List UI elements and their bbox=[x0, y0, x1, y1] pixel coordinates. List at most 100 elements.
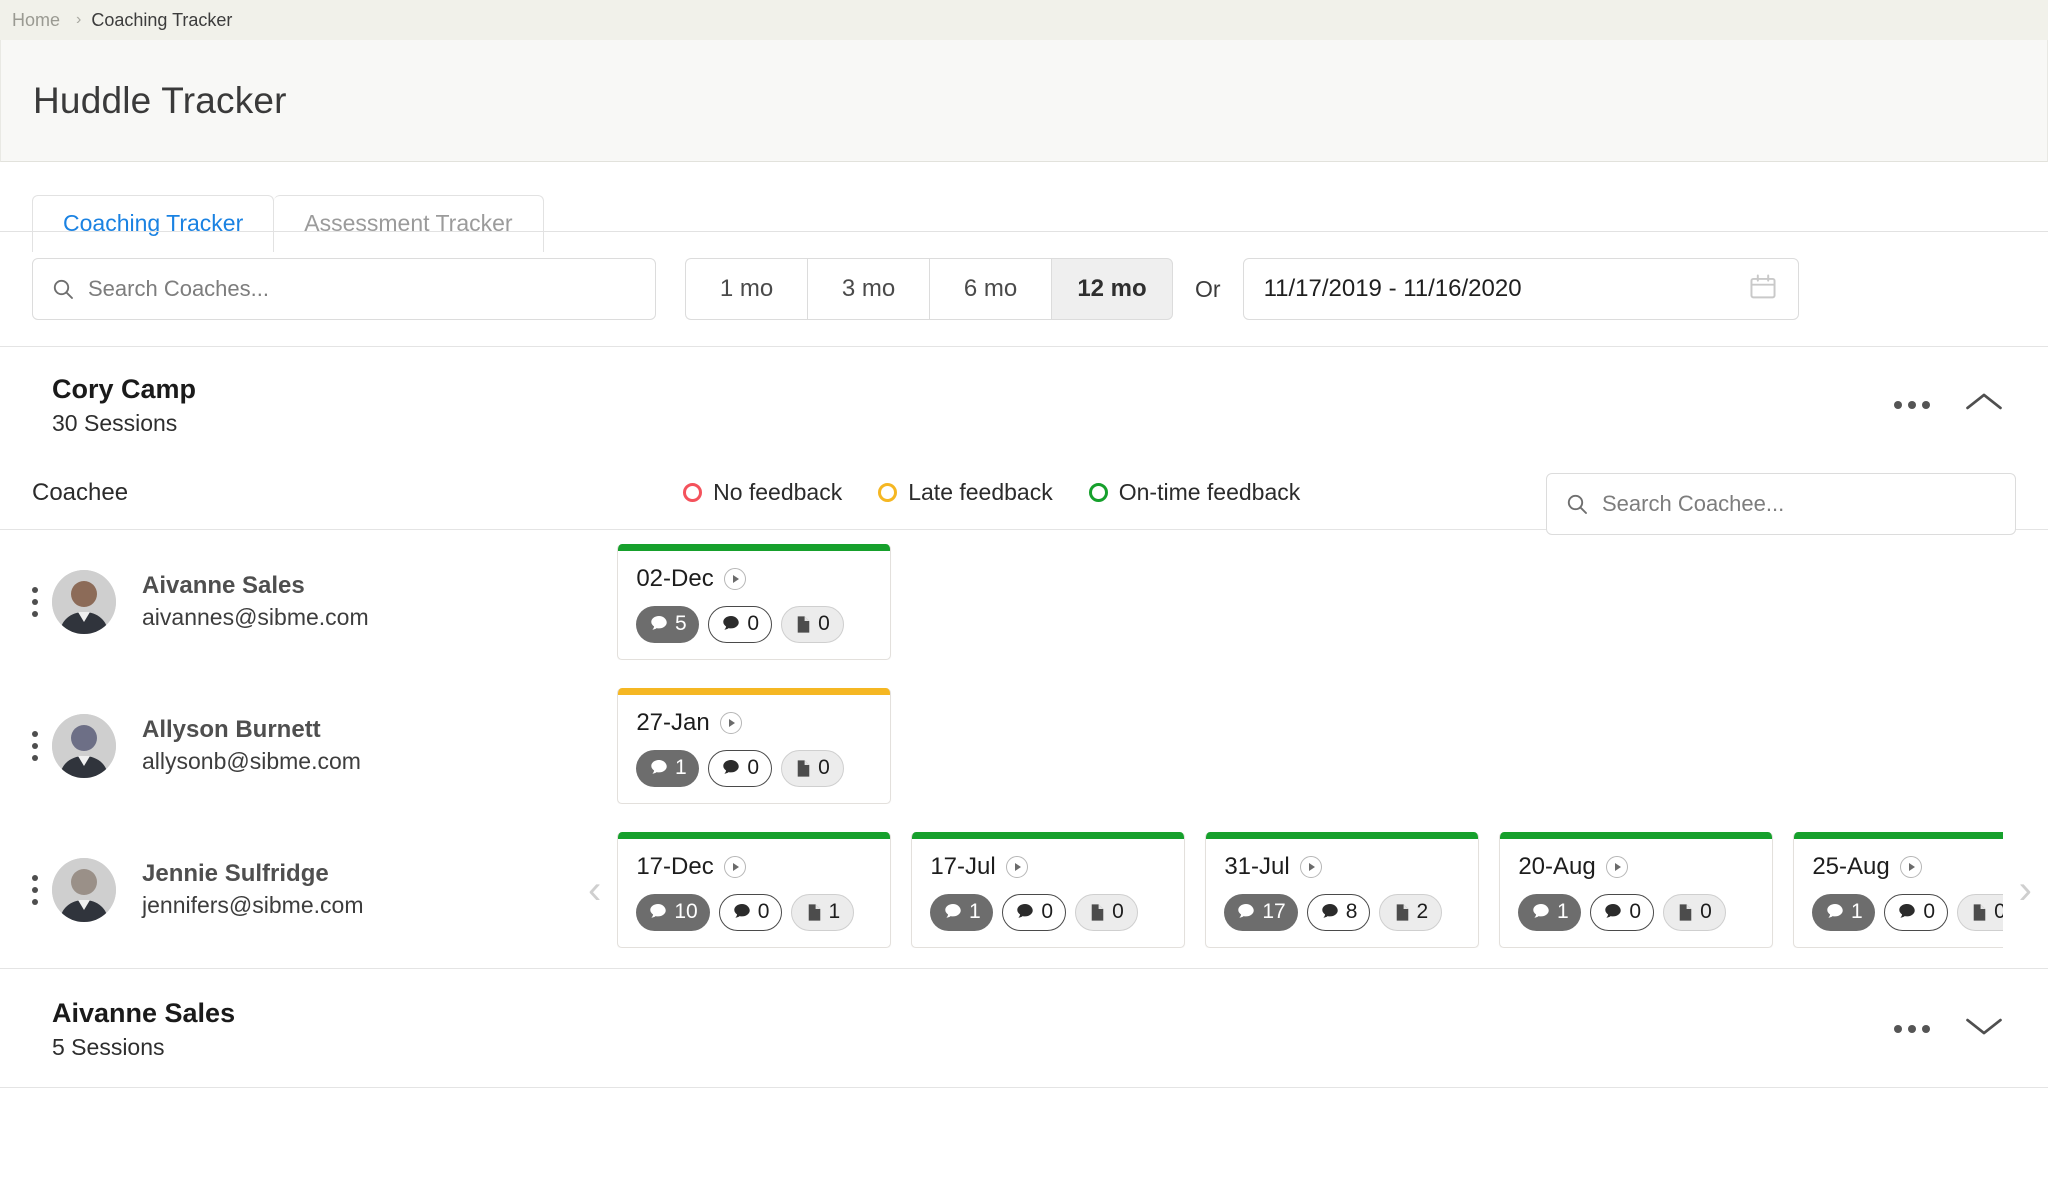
coachee-identity: Aivanne Salesaivannes@sibme.com bbox=[142, 570, 572, 633]
session-status-bar bbox=[1794, 832, 2002, 839]
play-icon[interactable] bbox=[724, 856, 746, 878]
document-count-badge[interactable]: 0 bbox=[1075, 894, 1138, 931]
chevron-right-icon[interactable]: › bbox=[2003, 870, 2048, 910]
range-option-1mo[interactable]: 1 mo bbox=[685, 258, 807, 320]
reply-count-badge[interactable]: 0 bbox=[719, 894, 783, 931]
session-card[interactable]: 27-Jan 1 00 bbox=[617, 688, 891, 804]
reply-count: 0 bbox=[758, 900, 770, 924]
tab-underline bbox=[0, 231, 2048, 232]
coachee-email: allysonb@sibme.com bbox=[142, 746, 572, 777]
reply-count: 0 bbox=[747, 756, 759, 780]
reply-count-badge[interactable]: 0 bbox=[708, 606, 772, 643]
reply-count-badge[interactable]: 0 bbox=[708, 750, 772, 787]
date-range-segmented-control: 1 mo3 mo6 mo12 mo bbox=[685, 258, 1173, 320]
session-date-row: 25-Aug bbox=[1812, 853, 2002, 881]
session-date-row: 17-Dec bbox=[636, 853, 874, 881]
comment-count-badge[interactable]: 1 bbox=[1812, 894, 1875, 931]
comment-count-badge[interactable]: 5 bbox=[636, 606, 699, 643]
session-metrics: 1782 bbox=[1224, 894, 1462, 931]
breadcrumb-current: Coaching Tracker bbox=[91, 10, 232, 31]
chevron-up-icon[interactable] bbox=[1964, 390, 2004, 419]
reply-count-badge[interactable]: 0 bbox=[1590, 894, 1654, 931]
document-count-badge[interactable]: 0 bbox=[781, 750, 844, 787]
search-coaches-placeholder: Search Coaches... bbox=[88, 276, 269, 302]
comment-count: 10 bbox=[674, 900, 697, 924]
coach-sections: Cory Camp 30 Sessions CoacheeNo feedbackLa… bbox=[0, 347, 2048, 1088]
session-date: 20-Aug bbox=[1518, 853, 1595, 881]
search-coachee-input[interactable]: Search Coachee... bbox=[1546, 473, 2016, 535]
comment-count-badge[interactable]: 1 bbox=[636, 750, 699, 787]
document-count: 0 bbox=[1700, 900, 1712, 924]
session-card[interactable]: 02-Dec500 bbox=[617, 544, 891, 660]
coachee-identity: Jennie Sulfridgejennifers@sibme.com bbox=[142, 858, 572, 921]
calendar-icon[interactable] bbox=[1748, 272, 1778, 307]
comment-count-badge[interactable]: 1 bbox=[930, 894, 993, 931]
session-card[interactable]: 25-Aug100 bbox=[1793, 832, 2002, 948]
comment-count-badge[interactable]: 1 bbox=[1518, 894, 1581, 931]
chevron-down-icon[interactable] bbox=[1964, 1014, 2004, 1043]
legend-item: On-time feedback bbox=[1089, 479, 1301, 506]
coachee-legend-row: CoacheeNo feedbackLate feedbackOn-time f… bbox=[0, 461, 2048, 530]
play-icon[interactable] bbox=[1300, 856, 1322, 878]
coach-name: Cory Camp bbox=[52, 373, 196, 407]
session-card[interactable]: 31-Jul1782 bbox=[1205, 832, 1479, 948]
session-card[interactable]: 17-Dec 10 01 bbox=[617, 832, 891, 948]
session-card-track: 17-Dec100117-Jul10031-Jul178220-Aug10025… bbox=[617, 832, 2002, 948]
chevron-left-icon[interactable]: ‹ bbox=[572, 870, 617, 910]
page-header: Huddle Tracker bbox=[0, 40, 2048, 162]
session-card-track: 27-Jan 1 00 bbox=[617, 688, 2002, 804]
document-count-badge[interactable]: 1 bbox=[791, 894, 854, 931]
coachee-column-label: Coachee bbox=[32, 479, 128, 507]
search-coaches-input[interactable]: Search Coaches... bbox=[32, 258, 656, 320]
session-status-bar bbox=[1206, 832, 1478, 839]
session-carousel: ‹17-Dec100117-Jul10031-Jul178220-Aug1002… bbox=[572, 832, 2048, 948]
play-icon[interactable] bbox=[1606, 856, 1628, 878]
coachee-list: Aivanne Salesaivannes@sibme.com‹02-Dec50… bbox=[0, 530, 2048, 968]
avatar bbox=[52, 570, 116, 634]
document-count: 0 bbox=[818, 612, 830, 636]
reply-count-badge[interactable]: 0 bbox=[1884, 894, 1948, 931]
play-icon[interactable] bbox=[1900, 856, 1922, 878]
play-icon[interactable] bbox=[1006, 856, 1028, 878]
more-horizontal-icon[interactable] bbox=[1894, 1025, 1930, 1033]
document-count-badge[interactable]: 2 bbox=[1379, 894, 1442, 931]
drag-handle-icon[interactable] bbox=[28, 587, 52, 617]
session-date: 31-Jul bbox=[1224, 853, 1289, 881]
session-date-row: 27-Jan bbox=[636, 709, 874, 737]
session-card-body: 17-Jul100 bbox=[912, 839, 1184, 947]
document-count-badge[interactable]: 0 bbox=[1663, 894, 1726, 931]
comment-count-badge[interactable]: 10 bbox=[636, 894, 709, 931]
session-card-body: 20-Aug100 bbox=[1500, 839, 1772, 947]
session-status-bar bbox=[618, 832, 890, 839]
document-count-badge[interactable]: 0 bbox=[781, 606, 844, 643]
tab-coaching-tracker[interactable]: Coaching Tracker bbox=[32, 195, 274, 252]
coachee-name: Allyson Burnett bbox=[142, 714, 572, 746]
document-count: 2 bbox=[1417, 900, 1429, 924]
coach-section-actions bbox=[1894, 1014, 2016, 1043]
play-icon[interactable] bbox=[724, 568, 746, 590]
reply-count-badge[interactable]: 0 bbox=[1002, 894, 1066, 931]
legend-status-dot bbox=[683, 483, 702, 502]
avatar bbox=[52, 714, 116, 778]
play-icon[interactable] bbox=[720, 712, 742, 734]
comment-count: 17 bbox=[1262, 900, 1285, 924]
comment-count-badge[interactable]: 17 bbox=[1224, 894, 1297, 931]
drag-handle-icon[interactable] bbox=[28, 875, 52, 905]
range-option-6mo[interactable]: 6 mo bbox=[929, 258, 1051, 320]
document-count-badge[interactable]: 0 bbox=[1957, 894, 2003, 931]
coachee-email: jennifers@sibme.com bbox=[142, 890, 572, 921]
tab-assessment-tracker[interactable]: Assessment Tracker bbox=[274, 195, 543, 252]
range-option-3mo[interactable]: 3 mo bbox=[807, 258, 929, 320]
coach-name: Aivanne Sales bbox=[52, 997, 235, 1031]
session-card[interactable]: 20-Aug100 bbox=[1499, 832, 1773, 948]
search-icon bbox=[1565, 492, 1589, 516]
more-horizontal-icon[interactable] bbox=[1894, 401, 1930, 409]
range-option-12mo[interactable]: 12 mo bbox=[1051, 258, 1173, 320]
coachee-name: Aivanne Sales bbox=[142, 570, 572, 602]
coach-session-count: 30 Sessions bbox=[52, 410, 196, 437]
reply-count-badge[interactable]: 8 bbox=[1307, 894, 1371, 931]
session-card[interactable]: 17-Jul100 bbox=[911, 832, 1185, 948]
breadcrumb-home-link[interactable]: Home bbox=[6, 10, 66, 31]
date-range-picker[interactable]: 11/17/2019 - 11/16/2020 bbox=[1243, 258, 1799, 320]
drag-handle-icon[interactable] bbox=[28, 731, 52, 761]
